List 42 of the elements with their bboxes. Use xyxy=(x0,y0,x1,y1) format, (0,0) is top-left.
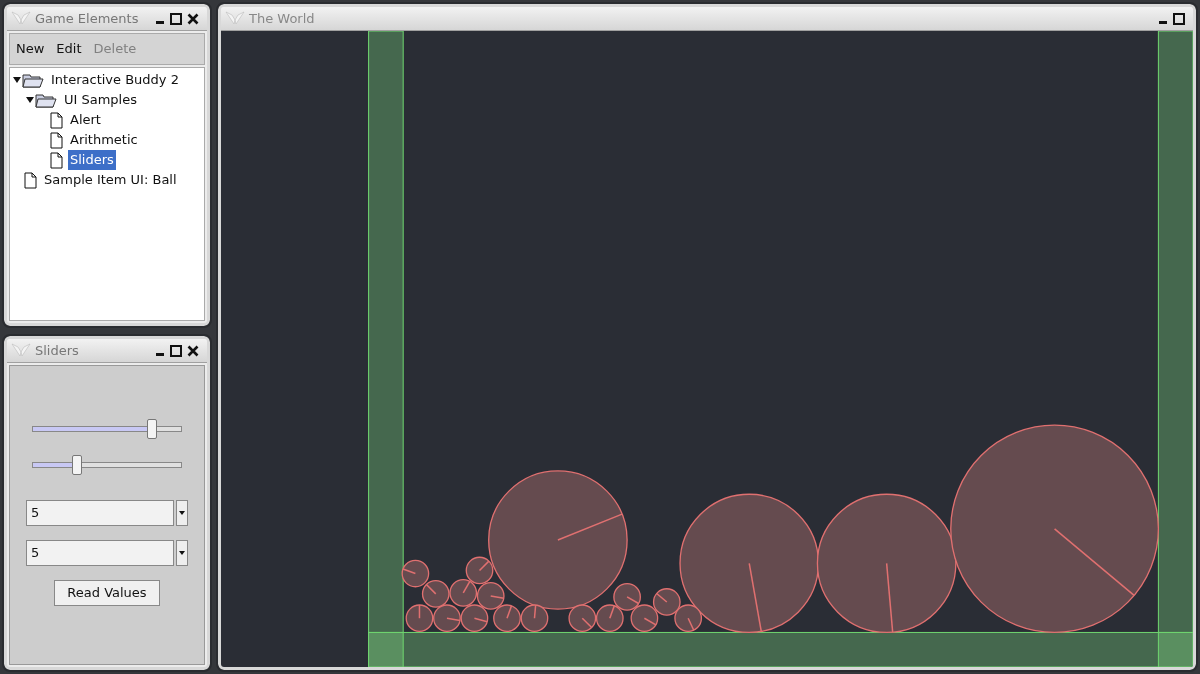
ball xyxy=(630,604,659,633)
read-values-button[interactable]: Read Values xyxy=(54,580,160,606)
slider-track[interactable] xyxy=(32,454,182,476)
slider-thumb[interactable] xyxy=(72,455,82,475)
butterfly-logo-icon xyxy=(11,342,31,359)
dropdown-field[interactable]: 5 xyxy=(26,540,174,566)
maximize-icon[interactable] xyxy=(170,12,182,25)
butterfly-logo-icon xyxy=(11,10,31,27)
folder-icon xyxy=(35,92,57,108)
ball xyxy=(449,578,478,607)
slider-track[interactable] xyxy=(32,418,182,440)
document-icon xyxy=(50,131,63,149)
tree-item[interactable]: Interactive Buddy 2 xyxy=(49,70,181,90)
floor-corner xyxy=(368,631,404,667)
tree-item[interactable]: Arithmetic xyxy=(68,130,140,150)
ball xyxy=(421,580,450,608)
tree-item[interactable]: UI Samples xyxy=(62,90,139,110)
menu-item[interactable]: New xyxy=(16,39,45,59)
document-icon xyxy=(50,111,63,129)
close-icon[interactable] xyxy=(187,12,199,25)
window-title: Game Elements xyxy=(35,9,140,28)
menu-item[interactable]: Edit xyxy=(56,39,82,59)
expander-icon[interactable] xyxy=(12,75,22,85)
slider-thumb[interactable] xyxy=(147,419,157,439)
tree-item[interactable]: Alert xyxy=(68,110,103,130)
ball xyxy=(433,604,461,633)
maximize-icon[interactable] xyxy=(170,344,182,357)
expander-icon[interactable] xyxy=(25,95,35,105)
dropdown-field[interactable]: 5 xyxy=(26,500,174,526)
window-title: The World xyxy=(249,9,316,28)
ball xyxy=(405,604,434,633)
butterfly-logo-icon xyxy=(225,10,245,27)
window-title: Sliders xyxy=(35,341,80,360)
document-icon xyxy=(50,151,63,169)
folder-icon xyxy=(22,72,44,88)
tree-item[interactable]: Sliders xyxy=(68,150,116,170)
tree-item[interactable]: Sample Item UI: Ball xyxy=(42,170,179,190)
close-icon[interactable] xyxy=(187,344,199,357)
ball xyxy=(401,559,430,588)
document-icon xyxy=(24,171,37,189)
floor-corner xyxy=(1157,631,1193,667)
maximize-icon[interactable] xyxy=(1173,12,1185,25)
